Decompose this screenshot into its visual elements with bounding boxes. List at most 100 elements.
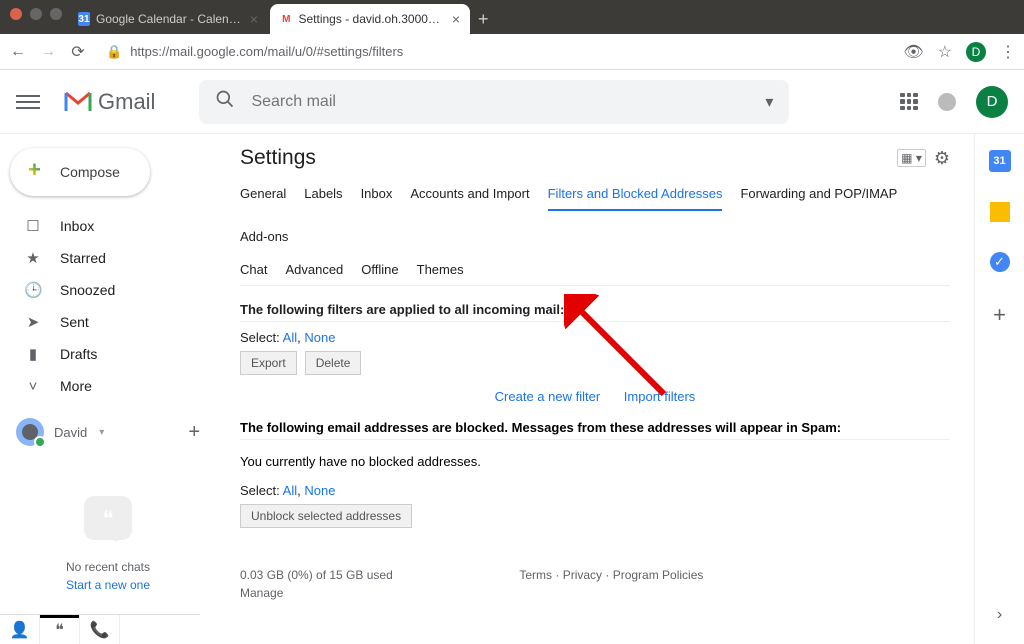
- new-conversation-plus-icon[interactable]: +: [188, 421, 200, 444]
- sidebar-item-drafts[interactable]: ▮ Drafts: [0, 338, 216, 370]
- drafts-icon: ▮: [24, 345, 42, 363]
- policies-link[interactable]: Program Policies: [613, 568, 704, 582]
- select-row: Select: All, None: [240, 330, 950, 345]
- select-none-link[interactable]: None: [304, 483, 335, 498]
- tab-title: Settings - david.oh.3000@gma: [299, 12, 446, 26]
- tab-general[interactable]: General: [240, 186, 286, 211]
- start-new-chat-link[interactable]: Start a new one: [66, 578, 150, 592]
- browser-menu-icon[interactable]: ⋮: [1000, 42, 1016, 62]
- search-container: ▾: [199, 80, 789, 124]
- unblock-button[interactable]: Unblock selected addresses: [240, 504, 412, 528]
- gmail-brand-text: Gmail: [98, 89, 155, 115]
- hangouts-user-row[interactable]: David ▾ +: [0, 408, 216, 456]
- import-filters-link[interactable]: Import filters: [624, 389, 696, 404]
- sidebar-item-snoozed[interactable]: 🕒 Snoozed: [0, 274, 216, 306]
- tab-advanced[interactable]: Advanced: [285, 262, 343, 285]
- star-icon: ★: [24, 249, 42, 267]
- apps-grid-icon[interactable]: [900, 93, 918, 111]
- manage-storage-link[interactable]: Manage: [240, 586, 393, 600]
- select-none-link[interactable]: None: [304, 330, 335, 345]
- window-maximize-button[interactable]: [50, 8, 62, 20]
- user-avatar: [16, 418, 44, 446]
- clock-icon: 🕒: [24, 281, 42, 299]
- sidebar-item-label: Starred: [60, 250, 106, 266]
- gmail-favicon: M: [280, 12, 293, 26]
- phone-tab-icon[interactable]: 📞: [80, 615, 120, 644]
- tab-filters[interactable]: Filters and Blocked Addresses: [548, 186, 723, 211]
- user-name: David: [54, 425, 87, 440]
- compose-button[interactable]: Compose: [10, 148, 150, 196]
- search-options-dropdown-icon[interactable]: ▾: [765, 92, 773, 112]
- tab-close-icon[interactable]: ×: [250, 11, 258, 27]
- back-button[interactable]: ←: [8, 43, 28, 61]
- tasks-addon-icon[interactable]: ✓: [990, 252, 1010, 272]
- settings-main: Settings ▦ ▾ ⚙ General Labels Inbox Acco…: [216, 134, 974, 644]
- calendar-favicon: 31: [78, 12, 90, 26]
- tab-offline[interactable]: Offline: [361, 262, 398, 285]
- sidebar-item-starred[interactable]: ★ Starred: [0, 242, 216, 274]
- get-addons-plus-icon[interactable]: +: [993, 302, 1006, 328]
- url-text: https://mail.google.com/mail/u/0/#settin…: [130, 44, 403, 59]
- tab-inbox[interactable]: Inbox: [361, 186, 393, 211]
- browser-tab-strip: 31 Google Calendar - Calendar sett × M S…: [0, 0, 1024, 34]
- browser-profile-avatar[interactable]: D: [966, 42, 986, 62]
- select-all-link[interactable]: All: [283, 330, 297, 345]
- compose-plus-icon: [28, 163, 46, 181]
- input-tools-icon[interactable]: ▦ ▾: [897, 149, 926, 167]
- tab-chat[interactable]: Chat: [240, 262, 267, 285]
- hangouts-area: ❝ No recent chats Start a new one: [0, 496, 216, 592]
- sidebar-item-sent[interactable]: ➤Sent: [0, 306, 216, 338]
- compose-label: Compose: [60, 164, 120, 180]
- sidebar-item-label: More: [60, 378, 92, 394]
- tab-addons[interactable]: Add-ons: [240, 229, 288, 252]
- address-bar[interactable]: 🔒 https://mail.google.com/mail/u/0/#sett…: [98, 44, 893, 60]
- hamburger-menu-button[interactable]: [16, 90, 40, 114]
- window-close-button[interactable]: [10, 8, 22, 20]
- sidebar-item-inbox[interactable]: ☐Inbox: [0, 210, 216, 242]
- tab-labels[interactable]: Labels: [304, 186, 342, 211]
- delete-button[interactable]: Delete: [305, 351, 362, 375]
- browser-tab-gmail[interactable]: M Settings - david.oh.3000@gma ×: [270, 4, 470, 34]
- hide-side-panel-icon[interactable]: ›: [997, 606, 1002, 624]
- sidebar-item-label: Sent: [60, 314, 89, 330]
- search-icon[interactable]: [215, 89, 235, 114]
- sidebar-item-label: Drafts: [60, 346, 97, 362]
- gmail-m-icon: [64, 91, 92, 113]
- terms-link[interactable]: Terms: [519, 568, 552, 582]
- gear-icon[interactable]: ⚙: [934, 148, 950, 169]
- tab-themes[interactable]: Themes: [417, 262, 464, 285]
- tab-close-icon[interactable]: ×: [452, 11, 460, 27]
- tab-accounts[interactable]: Accounts and Import: [410, 186, 529, 211]
- no-recent-chats-text: No recent chats: [66, 560, 150, 574]
- forward-button[interactable]: →: [38, 43, 58, 61]
- keep-addon-icon[interactable]: [990, 202, 1010, 222]
- bookmark-star-icon[interactable]: ☆: [938, 42, 952, 62]
- chevron-down-icon: ˅: [24, 378, 42, 395]
- incognito-eye-icon[interactable]: 👁: [903, 42, 923, 62]
- privacy-link[interactable]: Privacy: [563, 568, 602, 582]
- hangouts-bubble-icon: ❝: [84, 496, 132, 540]
- new-tab-button[interactable]: +: [478, 9, 489, 34]
- create-filter-link[interactable]: Create a new filter: [495, 389, 601, 404]
- sidebar-item-label: Snoozed: [60, 282, 115, 298]
- notifications-icon[interactable]: [938, 93, 956, 111]
- hangouts-tab-icon[interactable]: ❝: [40, 615, 80, 644]
- sidebar-item-more[interactable]: ˅ More: [0, 370, 216, 402]
- window-controls: [10, 8, 62, 20]
- side-panel: 31 ✓ + ›: [974, 134, 1024, 644]
- search-input[interactable]: [251, 93, 765, 111]
- contacts-tab-icon[interactable]: 👤: [0, 615, 40, 644]
- tab-forwarding[interactable]: Forwarding and POP/IMAP: [740, 186, 897, 211]
- window-minimize-button[interactable]: [30, 8, 42, 20]
- calendar-addon-icon[interactable]: 31: [989, 150, 1011, 172]
- settings-tabs: General Labels Inbox Accounts and Import…: [240, 186, 950, 252]
- user-dropdown-caret-icon[interactable]: ▾: [99, 427, 104, 438]
- inbox-icon: ☐: [24, 217, 42, 235]
- reload-button[interactable]: ⟳: [68, 42, 88, 62]
- settings-title: Settings: [240, 146, 316, 170]
- select-all-link[interactable]: All: [283, 483, 297, 498]
- browser-tab-calendar[interactable]: 31 Google Calendar - Calendar sett ×: [68, 4, 268, 34]
- account-avatar[interactable]: D: [976, 86, 1008, 118]
- export-button[interactable]: Export: [240, 351, 297, 375]
- gmail-logo[interactable]: Gmail: [64, 89, 155, 115]
